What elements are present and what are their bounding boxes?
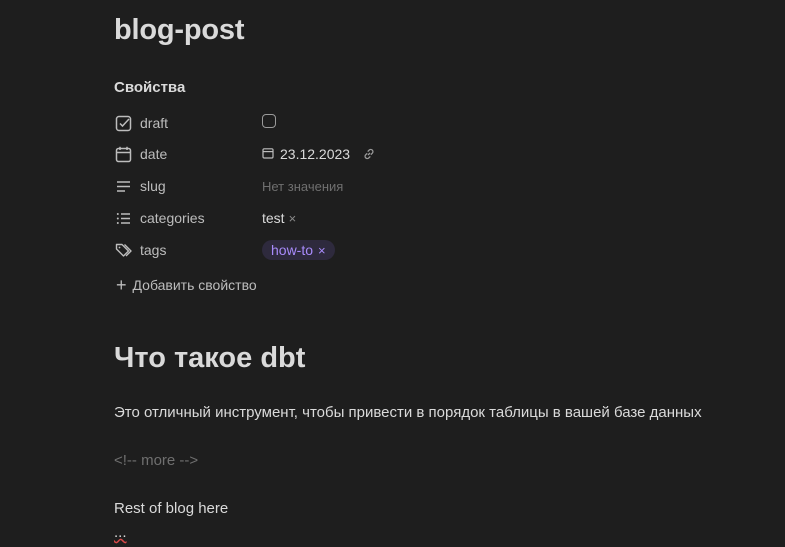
ellipsis-line[interactable]: ... [114, 524, 127, 541]
text-lines-icon [114, 177, 132, 195]
tag-pill[interactable]: how-to × [262, 240, 335, 260]
plus-icon: + [116, 275, 127, 295]
note-view: blog-post Свойства draft date 23.12.2023… [0, 0, 785, 547]
draft-checkbox[interactable] [262, 114, 276, 128]
property-key-label: draft [140, 115, 169, 131]
property-row-date: date 23.12.2023 [114, 142, 674, 166]
note-title[interactable]: blog-post [114, 14, 244, 47]
checkbox-icon [114, 114, 132, 132]
property-key-label: slug [140, 178, 166, 194]
tags-icon [114, 241, 132, 259]
property-key-draft[interactable]: draft [114, 114, 262, 132]
remove-tag-icon[interactable]: × [318, 243, 326, 258]
property-key-label: date [140, 146, 168, 162]
date-value[interactable]: 23.12.2023 [280, 146, 350, 162]
property-row-slug: slug Нет значения [114, 174, 674, 198]
property-row-categories: categories test × [114, 206, 674, 230]
property-key-date[interactable]: date [114, 145, 262, 163]
property-key-label: tags [140, 242, 167, 258]
content-paragraph[interactable]: Это отличный инструмент, чтобы привести … [114, 404, 702, 421]
more-comment[interactable]: <!-- more --> [114, 452, 198, 469]
properties-heading[interactable]: Свойства [114, 79, 185, 96]
property-value-date[interactable]: 23.12.2023 [262, 146, 376, 162]
property-key-label: categories [140, 210, 205, 226]
remove-category-icon[interactable]: × [289, 211, 297, 226]
property-value-slug[interactable]: Нет значения [262, 179, 343, 194]
content-heading[interactable]: Что такое dbt [114, 342, 305, 375]
calendar-icon [114, 145, 132, 163]
property-value-categories: test × [262, 210, 296, 226]
property-value-tags: how-to × [262, 240, 335, 260]
property-row-tags: tags how-to × [114, 238, 674, 262]
tag-label: how-to [271, 242, 314, 258]
small-calendar-icon [262, 146, 274, 162]
slug-placeholder[interactable]: Нет значения [262, 179, 343, 194]
property-value-draft [262, 114, 276, 128]
category-item[interactable]: test [262, 210, 285, 226]
link-icon[interactable] [362, 147, 376, 161]
property-key-categories[interactable]: categories [114, 209, 262, 227]
property-row-draft: draft [114, 111, 674, 135]
rest-paragraph[interactable]: Rest of blog here [114, 500, 228, 517]
property-key-slug[interactable]: slug [114, 177, 262, 195]
list-icon [114, 209, 132, 227]
add-property-button[interactable]: + Добавить свойство [116, 275, 257, 295]
property-key-tags[interactable]: tags [114, 241, 262, 259]
add-property-label: Добавить свойство [132, 277, 257, 293]
